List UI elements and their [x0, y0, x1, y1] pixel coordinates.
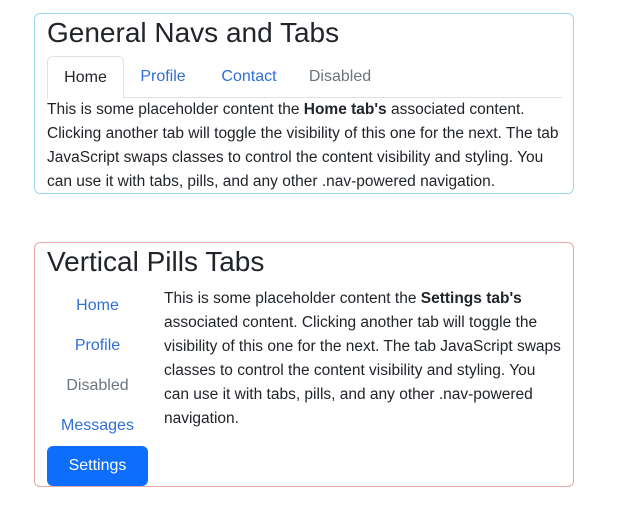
vertical-content-suffix: associated content. Clicking another tab…: [164, 314, 561, 427]
pill-profile[interactable]: Profile: [47, 326, 148, 366]
pill-messages[interactable]: Messages: [47, 406, 148, 446]
vertical-pill-content: This is some placeholder content the Set…: [164, 287, 564, 431]
vertical-content-prefix: This is some placeholder content the: [164, 290, 421, 307]
tab-profile[interactable]: Profile: [124, 56, 202, 98]
general-navs-title: General Navs and Tabs: [47, 17, 340, 48]
tab-contact[interactable]: Contact: [204, 56, 294, 98]
tab-home[interactable]: Home: [47, 56, 124, 99]
general-content-bold: Home tab's: [303, 101, 387, 118]
vertical-content-bold: Settings tab's: [420, 290, 522, 307]
pill-disabled: Disabled: [66, 377, 129, 394]
general-navs-card: General Navs and Tabs Home Profile Conta…: [34, 13, 574, 194]
tab-disabled: Disabled: [308, 68, 372, 85]
general-tab-bar: Home Profile Contact Disabled: [47, 56, 562, 99]
vertical-pills-title: Vertical Pills Tabs: [47, 246, 265, 277]
general-content-prefix: This is some placeholder content the: [47, 101, 304, 118]
vertical-pills-card: Vertical Pills Tabs Home Profile Disable…: [34, 242, 574, 487]
pill-home[interactable]: Home: [47, 286, 148, 326]
pill-settings[interactable]: Settings: [47, 446, 148, 486]
general-tab-content: This is some placeholder content the Hom…: [47, 98, 567, 194]
